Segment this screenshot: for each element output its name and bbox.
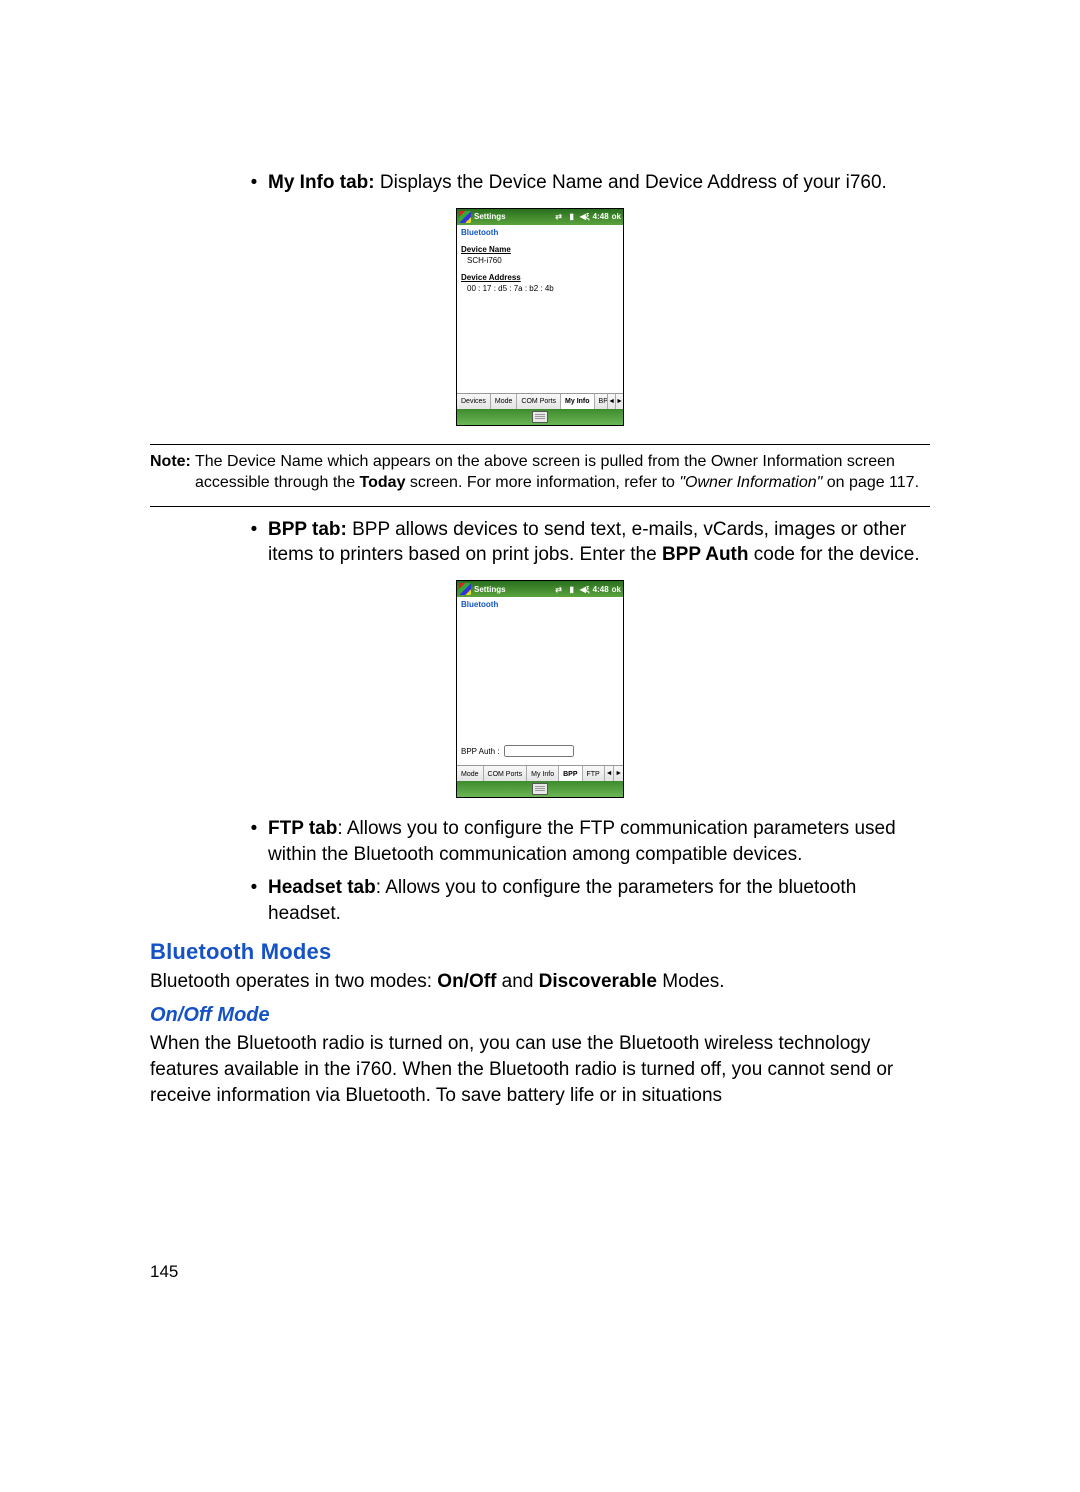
bpp-auth-row: BPP Auth :: [461, 745, 619, 761]
para-modes-onoff: On/Off: [437, 971, 496, 992]
note-bold-today: Today: [360, 474, 406, 491]
wm-titlebar: Settings ⇄ ▮ ◀ξ 4:48 ok: [457, 209, 623, 225]
page-number: 145: [150, 1262, 178, 1282]
tab-scroll-left-icon[interactable]: ◄: [605, 766, 615, 781]
heading-onoff-mode: On/Off Mode: [150, 1004, 930, 1027]
wm-softbar: [457, 409, 623, 425]
device-address-value: 00 : 17 : d5 : 7a : b2 : 4b: [461, 282, 619, 297]
wm-body: BPP Auth :: [457, 613, 623, 765]
heading-bluetooth-modes: Bluetooth Modes: [150, 939, 930, 965]
wm-subtitle: Bluetooth: [457, 597, 623, 613]
bullet-ftp-desc: : Allows you to configure the FTP commun…: [268, 818, 896, 865]
wm-softbar: [457, 781, 623, 797]
tab-mode[interactable]: Mode: [457, 766, 484, 781]
volume-icon: ◀ξ: [580, 212, 590, 222]
wm-titlebar: Settings ⇄ ▮ ◀ξ 4:48 ok: [457, 581, 623, 597]
tab-bpp[interactable]: BPP: [595, 394, 609, 409]
tab-devices[interactable]: Devices: [457, 394, 491, 409]
tab-scroll-right-icon[interactable]: ►: [614, 766, 623, 781]
bullet-dot-icon: •: [240, 816, 268, 842]
wm-title: Settings: [474, 585, 506, 594]
bullet-headset: • Headset tab: Allows you to configure t…: [240, 875, 930, 926]
para-modes-pre: Bluetooth operates in two modes:: [150, 971, 437, 992]
tab-bpp[interactable]: BPP: [559, 766, 582, 781]
screenshot-myinfo: Settings ⇄ ▮ ◀ξ 4:48 ok Bluetooth Device…: [456, 208, 624, 426]
para-modes-post: Modes.: [657, 971, 725, 992]
bullet-headset-label: Headset tab: [268, 877, 376, 898]
ok-button[interactable]: ok: [612, 584, 621, 594]
bullet-bpp-text: BPP tab: BPP allows devices to send text…: [268, 517, 930, 568]
bullet-bpp-auth: BPP Auth: [662, 544, 749, 565]
device-address-label: Device Address: [461, 273, 619, 282]
bullet-myinfo-text: My Info tab: Displays the Device Name an…: [268, 170, 930, 196]
connectivity-icon: ⇄: [554, 212, 564, 222]
volume-icon: ◀ξ: [580, 584, 590, 594]
clock-text: 4:48: [593, 584, 609, 594]
bullet-dot-icon: •: [240, 170, 268, 196]
device-name-value: SCH-i760: [461, 254, 619, 269]
tab-ftp[interactable]: FTP: [583, 766, 605, 781]
bpp-auth-label: BPP Auth :: [461, 747, 500, 756]
note-mid: screen. For more information, refer to: [405, 474, 679, 491]
wm-title: Settings: [474, 212, 506, 221]
note-text: The Device Name which appears on the abo…: [195, 451, 930, 494]
tab-comports[interactable]: COM Ports: [517, 394, 561, 409]
tab-myinfo[interactable]: My Info: [561, 394, 595, 409]
tab-myinfo[interactable]: My Info: [527, 766, 559, 781]
divider: [150, 444, 930, 445]
wm-tabs: Mode COM Ports My Info BPP FTP ◄ ►: [457, 765, 623, 781]
clock-text: 4:48: [593, 212, 609, 222]
bullet-ftp-label: FTP tab: [268, 818, 337, 839]
wm-subtitle: Bluetooth: [457, 225, 623, 241]
device-name-label: Device Name: [461, 245, 619, 254]
screenshot-bpp: Settings ⇄ ▮ ◀ξ 4:48 ok Bluetooth BPP Au…: [456, 580, 624, 798]
bullet-bpp-label: BPP tab:: [268, 519, 347, 540]
bullet-dot-icon: •: [240, 517, 268, 543]
bullet-myinfo-label: My Info tab:: [268, 172, 375, 193]
bullet-ftp-text: FTP tab: Allows you to configure the FTP…: [268, 816, 930, 867]
bullet-bpp: • BPP tab: BPP allows devices to send te…: [240, 517, 930, 568]
connectivity-icon: ⇄: [554, 584, 564, 594]
tab-scroll-right-icon[interactable]: ►: [616, 394, 623, 409]
windows-flag-icon: [459, 583, 471, 595]
para-modes: Bluetooth operates in two modes: On/Off …: [150, 969, 930, 995]
bullet-dot-icon: •: [240, 875, 268, 901]
wm-tabs: Devices Mode COM Ports My Info BPP ◄ ►: [457, 393, 623, 409]
para-modes-mid: and: [496, 971, 538, 992]
note-post: on page 117.: [822, 474, 919, 491]
windows-flag-icon: [459, 211, 471, 223]
keyboard-icon[interactable]: [532, 411, 548, 423]
wm-body: Device Name SCH-i760 Device Address 00 :…: [457, 241, 623, 393]
note-italic-ref: "Owner Information": [679, 474, 822, 491]
signal-icon: ▮: [567, 212, 577, 222]
para-modes-discoverable: Discoverable: [539, 971, 657, 992]
bullet-headset-text: Headset tab: Allows you to configure the…: [268, 875, 930, 926]
note-label: Note:: [150, 451, 195, 494]
para-onoff: When the Bluetooth radio is turned on, y…: [150, 1031, 930, 1108]
bullet-myinfo-desc: Displays the Device Name and Device Addr…: [375, 172, 887, 193]
signal-icon: ▮: [567, 584, 577, 594]
bpp-auth-input[interactable]: [504, 745, 574, 757]
tab-comports[interactable]: COM Ports: [484, 766, 528, 781]
keyboard-icon[interactable]: [532, 783, 548, 795]
ok-button[interactable]: ok: [612, 212, 621, 222]
bullet-myinfo: • My Info tab: Displays the Device Name …: [240, 170, 930, 196]
bullet-bpp-line2: code for the device.: [749, 544, 920, 565]
tab-mode[interactable]: Mode: [491, 394, 518, 409]
tab-scroll-left-icon[interactable]: ◄: [608, 394, 616, 409]
note: Note: The Device Name which appears on t…: [150, 451, 930, 494]
divider: [150, 506, 930, 507]
bullet-ftp: • FTP tab: Allows you to configure the F…: [240, 816, 930, 867]
